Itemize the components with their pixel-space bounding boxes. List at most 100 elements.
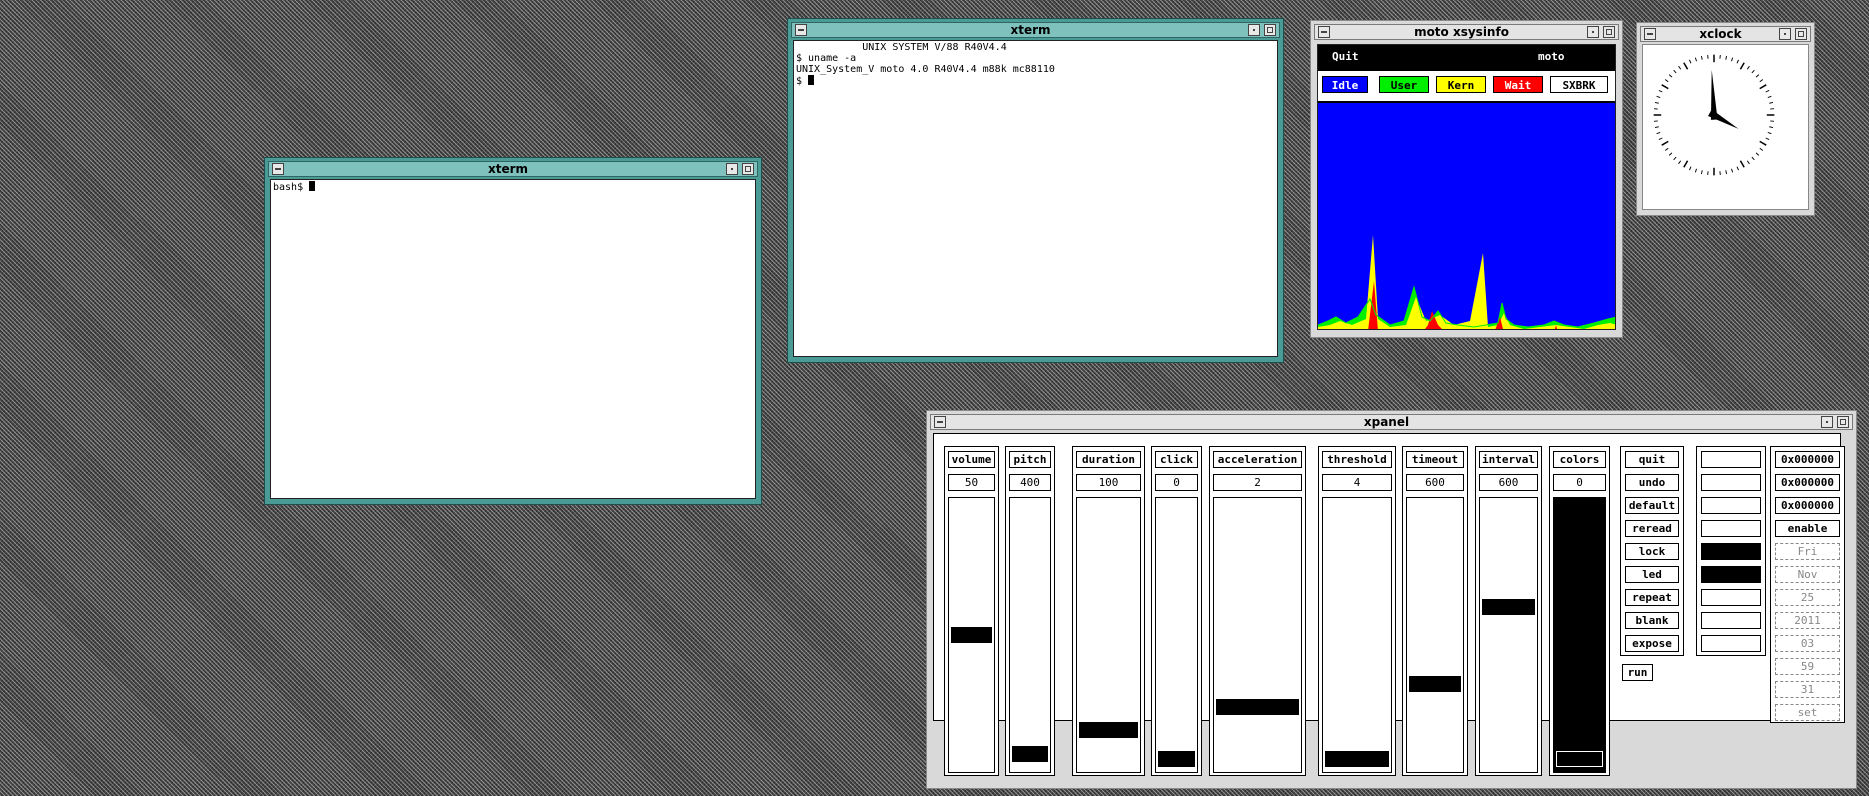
clock-tick bbox=[1689, 166, 1692, 171]
clock-tick bbox=[1759, 84, 1767, 90]
xsysinfo-window[interactable]: moto xsysinfo Quit moto Idle User Kern W… bbox=[1310, 20, 1623, 338]
slider-value: 600 bbox=[1479, 474, 1538, 491]
repeat-button[interactable]: repeat bbox=[1625, 589, 1679, 606]
slider-value: 600 bbox=[1406, 474, 1464, 491]
legend-idle: Idle bbox=[1322, 76, 1368, 93]
date-field[interactable]: 03 bbox=[1775, 635, 1840, 652]
slider-trough[interactable] bbox=[1009, 497, 1051, 773]
slider-trough[interactable] bbox=[1406, 497, 1464, 773]
slider-trough[interactable] bbox=[948, 497, 995, 773]
clock-tick bbox=[1759, 140, 1767, 146]
slider-thumb[interactable] bbox=[1556, 751, 1603, 767]
lock-button[interactable]: lock bbox=[1625, 543, 1679, 560]
legend-user: User bbox=[1379, 76, 1429, 93]
slider-column-4: acceleration 2 bbox=[1209, 446, 1306, 776]
clock-tick bbox=[1759, 147, 1764, 151]
slider-trough[interactable] bbox=[1322, 497, 1392, 773]
quit-button[interactable]: quit bbox=[1625, 451, 1679, 468]
run-button[interactable]: run bbox=[1622, 664, 1653, 681]
slider-trough[interactable] bbox=[1155, 497, 1198, 773]
shell-prompt: bash$ bbox=[273, 182, 310, 193]
slider-thumb[interactable] bbox=[1158, 751, 1195, 767]
indicator-box bbox=[1701, 451, 1761, 468]
window-menu-button[interactable] bbox=[272, 163, 284, 175]
date-field[interactable]: 31 bbox=[1775, 681, 1840, 698]
xterm-window-bash[interactable]: xterm bash$ bbox=[264, 157, 762, 505]
maximize-button[interactable] bbox=[1603, 26, 1615, 38]
slider-thumb[interactable] bbox=[1482, 599, 1535, 615]
window-menu-button[interactable] bbox=[1318, 26, 1330, 38]
date-field[interactable]: Nov bbox=[1775, 566, 1840, 583]
window-menu-button[interactable] bbox=[795, 24, 807, 36]
minimize-button[interactable] bbox=[1779, 28, 1791, 40]
blank-button[interactable]: blank bbox=[1625, 612, 1679, 629]
legend-sxbrk: SXBRK bbox=[1550, 76, 1608, 93]
title-bar[interactable]: xterm bbox=[268, 161, 758, 177]
terminal-area[interactable]: bash$ bbox=[270, 179, 756, 499]
indicator-box bbox=[1701, 497, 1761, 514]
slider-value: 2 bbox=[1213, 474, 1302, 491]
hex-field[interactable]: 0x000000 bbox=[1775, 497, 1840, 514]
minimize-button[interactable] bbox=[726, 163, 738, 175]
led-button[interactable]: led bbox=[1625, 566, 1679, 583]
slider-value: 400 bbox=[1009, 474, 1051, 491]
maximize-button[interactable] bbox=[742, 163, 754, 175]
enable-button[interactable]: enable bbox=[1775, 520, 1840, 537]
maximize-button[interactable] bbox=[1264, 24, 1276, 36]
indicator-box bbox=[1701, 566, 1761, 583]
window-menu-button[interactable] bbox=[1644, 28, 1656, 40]
xclock-window[interactable]: xclock bbox=[1636, 22, 1815, 216]
date-field[interactable]: 25 bbox=[1775, 589, 1840, 606]
xpanel-window[interactable]: xpanel volume 50 pitch 400 duration 100 click 0… bbox=[926, 410, 1857, 789]
slider-trough[interactable] bbox=[1076, 497, 1141, 773]
title-bar[interactable]: xterm bbox=[791, 22, 1280, 38]
slider-thumb[interactable] bbox=[1216, 699, 1299, 715]
set-date-button[interactable]: set bbox=[1775, 704, 1840, 721]
clock-tick bbox=[1656, 95, 1661, 98]
slider-trough[interactable] bbox=[1553, 497, 1606, 773]
title-bar[interactable]: moto xsysinfo bbox=[1314, 24, 1619, 40]
date-field[interactable]: Fri bbox=[1775, 543, 1840, 560]
slider-thumb[interactable] bbox=[951, 627, 992, 643]
slider-thumb[interactable] bbox=[1325, 751, 1389, 767]
legend-wait: Wait bbox=[1493, 76, 1543, 93]
reread-button[interactable]: reread bbox=[1625, 520, 1679, 537]
xterm-window-uname[interactable]: xterm UNIX SYSTEM V/88 R40V4.4 $ uname -a… bbox=[787, 18, 1284, 363]
slider-value: 0 bbox=[1553, 474, 1606, 491]
expose-button[interactable]: expose bbox=[1625, 635, 1679, 652]
clock-tick bbox=[1661, 84, 1669, 90]
date-field[interactable]: 2011 bbox=[1775, 612, 1840, 629]
indicator-box bbox=[1701, 520, 1761, 537]
minimize-button[interactable] bbox=[1587, 26, 1599, 38]
xsysinfo-header: Quit moto bbox=[1318, 45, 1615, 71]
hex-field[interactable]: 0x000000 bbox=[1775, 474, 1840, 491]
hex-field[interactable]: 0x000000 bbox=[1775, 451, 1840, 468]
maximize-button[interactable] bbox=[1795, 28, 1807, 40]
slider-trough[interactable] bbox=[1213, 497, 1302, 773]
slider-thumb[interactable] bbox=[1079, 722, 1138, 738]
clock-tick bbox=[1664, 79, 1669, 83]
slider-column-5: threshold 4 bbox=[1318, 446, 1396, 776]
clock-tick bbox=[1755, 74, 1760, 78]
text-cursor bbox=[808, 75, 815, 85]
terminal-line: UNIX SYSTEM V/88 R40V4.4 bbox=[796, 42, 1007, 53]
slider-trough[interactable] bbox=[1479, 497, 1538, 773]
quit-button[interactable]: Quit bbox=[1332, 50, 1359, 63]
clock-tick bbox=[1700, 55, 1703, 60]
title-bar[interactable]: xclock bbox=[1640, 26, 1811, 42]
slider-thumb[interactable] bbox=[1409, 676, 1461, 692]
clock-tick bbox=[1700, 170, 1703, 175]
default-button[interactable]: default bbox=[1625, 497, 1679, 514]
clock-tick bbox=[1678, 160, 1682, 165]
cpu-load-graph bbox=[1318, 103, 1615, 329]
clock-tick bbox=[1751, 156, 1755, 161]
slider-thumb[interactable] bbox=[1012, 746, 1048, 762]
indicator-box bbox=[1701, 612, 1761, 629]
clock-tick bbox=[1683, 160, 1689, 168]
clock-tick bbox=[1746, 65, 1750, 70]
terminal-area[interactable]: UNIX SYSTEM V/88 R40V4.4 $ uname -a UNIX_S… bbox=[793, 40, 1278, 357]
minimize-button[interactable] bbox=[1248, 24, 1260, 36]
date-field[interactable]: 59 bbox=[1775, 658, 1840, 675]
clock-tick bbox=[1658, 90, 1663, 93]
undo-button[interactable]: undo bbox=[1625, 474, 1679, 491]
